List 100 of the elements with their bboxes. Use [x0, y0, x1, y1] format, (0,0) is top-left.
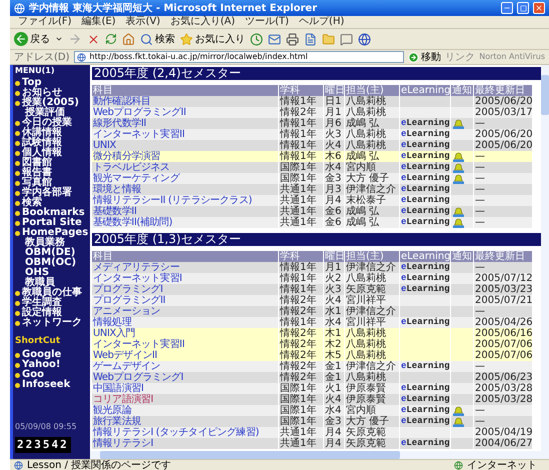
- elearning-link[interactable]: eLearning: [401, 383, 450, 394]
- home-icon[interactable]: [122, 32, 135, 46]
- menu-link[interactable]: 教職員: [25, 278, 55, 288]
- course-link[interactable]: UNIX入門: [93, 328, 136, 339]
- menu-item[interactable]: お気に入り(A): [170, 16, 235, 28]
- menu-link[interactable]: ネットワーク: [22, 318, 82, 328]
- close-button[interactable]: [533, 2, 545, 14]
- menu-link[interactable]: 設定情報: [22, 308, 62, 318]
- menu-item[interactable]: 編集(E): [82, 16, 116, 28]
- course-link[interactable]: インターネット実習I: [93, 273, 182, 284]
- course-link[interactable]: WebプログラミングI: [93, 372, 184, 383]
- stop-icon[interactable]: [87, 32, 100, 46]
- menu-link[interactable]: 今日の授業: [22, 118, 72, 128]
- go-button[interactable]: 移動: [408, 50, 442, 64]
- menu-item[interactable]: ツール(T): [245, 16, 289, 28]
- course-link[interactable]: トラベルビジネス: [93, 162, 170, 173]
- course-link[interactable]: 情報リテラシーII (リテラシークラス): [93, 195, 252, 206]
- menu-link[interactable]: 学生調査: [22, 298, 62, 308]
- menu-item[interactable]: ファイル(F): [18, 16, 72, 28]
- elearning-link[interactable]: eLearning: [401, 206, 450, 217]
- course-link[interactable]: ゲームデザイン: [93, 361, 160, 372]
- elearning-link[interactable]: eLearning: [401, 129, 450, 140]
- mail-icon[interactable]: [268, 32, 281, 46]
- course-link[interactable]: 旅行業法規: [93, 416, 142, 427]
- elearning-link[interactable]: eLearning: [401, 118, 450, 129]
- elearning-link[interactable]: eLearning: [401, 217, 450, 228]
- elearning-link[interactable]: eLearning: [401, 140, 450, 151]
- menu-link[interactable]: 教職員の仕事: [22, 288, 82, 298]
- address-field[interactable]: http://boss.fkt.tokai-u.ac.jp/mirror/localweb/index.html: [74, 51, 404, 63]
- menu-item[interactable]: ヘルプ(H): [298, 16, 344, 28]
- menu-link[interactable]: Google: [22, 350, 62, 360]
- menu-link[interactable]: HomePages: [22, 228, 88, 238]
- course-link[interactable]: WebプログラミングII: [93, 107, 186, 118]
- menu-link[interactable]: Top: [22, 78, 42, 88]
- menu-link[interactable]: Bookmarks: [22, 208, 85, 218]
- course-link[interactable]: WebデザインII: [93, 350, 158, 361]
- course-link[interactable]: アニメーション: [93, 306, 160, 317]
- course-link[interactable]: 動作確認科目: [93, 96, 151, 107]
- horizontal-scrollbar[interactable]: [90, 451, 549, 459]
- course-link[interactable]: インターネット実習II: [93, 339, 184, 350]
- course-link[interactable]: メディアリテラシー: [93, 262, 180, 273]
- printer-icon[interactable]: [286, 32, 299, 46]
- back-button[interactable]: 戻る: [14, 32, 50, 46]
- elearning-link[interactable]: eLearning: [401, 405, 450, 416]
- messenger-icon[interactable]: [340, 32, 353, 46]
- elearning-link[interactable]: eLearning: [401, 317, 450, 328]
- history-icon[interactable]: [250, 32, 263, 46]
- dropdown-icon[interactable]: [55, 35, 63, 43]
- course-link[interactable]: 情報リテラシI: [93, 438, 154, 449]
- menu-link[interactable]: Infoseek: [22, 380, 70, 390]
- course-link[interactable]: コリア語演習I: [93, 394, 154, 405]
- globe-icon[interactable]: [358, 32, 371, 46]
- course-link[interactable]: 基礎数学II(補助問): [93, 217, 172, 228]
- menu-item[interactable]: 表示(V): [126, 16, 160, 28]
- elearning-link[interactable]: eLearning: [401, 361, 450, 372]
- vertical-scrollbar[interactable]: [541, 65, 549, 451]
- menu-link[interactable]: 授業(2005): [22, 98, 79, 108]
- menu-link[interactable]: 写真館: [22, 178, 52, 188]
- elearning-link[interactable]: eLearning: [401, 195, 450, 206]
- elearning-link[interactable]: eLearning: [401, 438, 450, 449]
- course-link[interactable]: 微分積分学演習: [93, 151, 160, 162]
- course-link[interactable]: プログラミングII: [93, 295, 166, 306]
- course-link[interactable]: インターネット実習II: [93, 129, 184, 140]
- menu-link[interactable]: 教員業務: [25, 238, 65, 248]
- menu-link[interactable]: Goo: [22, 370, 44, 380]
- menu-link[interactable]: 休講情報: [22, 128, 62, 138]
- menu-link[interactable]: 学内各部署: [22, 188, 72, 198]
- menu-link[interactable]: 個人情報: [22, 148, 62, 158]
- course-link[interactable]: 中国語演習I: [93, 383, 144, 394]
- menu-link[interactable]: お知らせ: [22, 88, 62, 98]
- course-link[interactable]: プログラミングI: [93, 284, 163, 295]
- edit-icon[interactable]: [304, 32, 317, 46]
- course-link[interactable]: 情報処理: [93, 317, 132, 328]
- course-link[interactable]: 線形代数学II: [93, 118, 146, 129]
- elearning-link[interactable]: eLearning: [401, 394, 450, 405]
- menu-link[interactable]: 授業評価: [25, 108, 65, 118]
- minimize-button[interactable]: [501, 2, 513, 14]
- menu-link[interactable]: OBM(DE): [25, 248, 76, 258]
- menu-link[interactable]: OBM(OC): [25, 258, 76, 268]
- maximize-button[interactable]: [517, 2, 529, 14]
- search-button[interactable]: 検索: [140, 32, 175, 46]
- elearning-link[interactable]: eLearning: [401, 173, 450, 184]
- menu-link[interactable]: Portal Site: [22, 218, 82, 228]
- elearning-link[interactable]: eLearning: [401, 162, 450, 173]
- refresh-icon[interactable]: [105, 33, 117, 45]
- course-link[interactable]: 観光原論: [93, 405, 132, 416]
- course-link[interactable]: 情報リテラシI (タッチタイピング練習): [93, 427, 259, 438]
- elearning-link[interactable]: eLearning: [401, 184, 450, 195]
- menu-link[interactable]: Yahoo!: [22, 360, 60, 370]
- elearning-link[interactable]: eLearning: [401, 151, 450, 162]
- elearning-link[interactable]: eLearning: [401, 416, 450, 427]
- elearning-link[interactable]: eLearning: [401, 284, 450, 295]
- menu-link[interactable]: OHS: [25, 268, 50, 278]
- course-link[interactable]: 観光マーケティング: [93, 173, 180, 184]
- menu-link[interactable]: 報告書: [22, 168, 52, 178]
- menu-link[interactable]: 検索: [22, 198, 42, 208]
- course-link[interactable]: 環境と情報: [93, 184, 142, 195]
- course-link[interactable]: UNIX: [93, 140, 116, 151]
- menu-link[interactable]: 図書館: [22, 158, 52, 168]
- menu-link[interactable]: 試験情報: [22, 138, 62, 148]
